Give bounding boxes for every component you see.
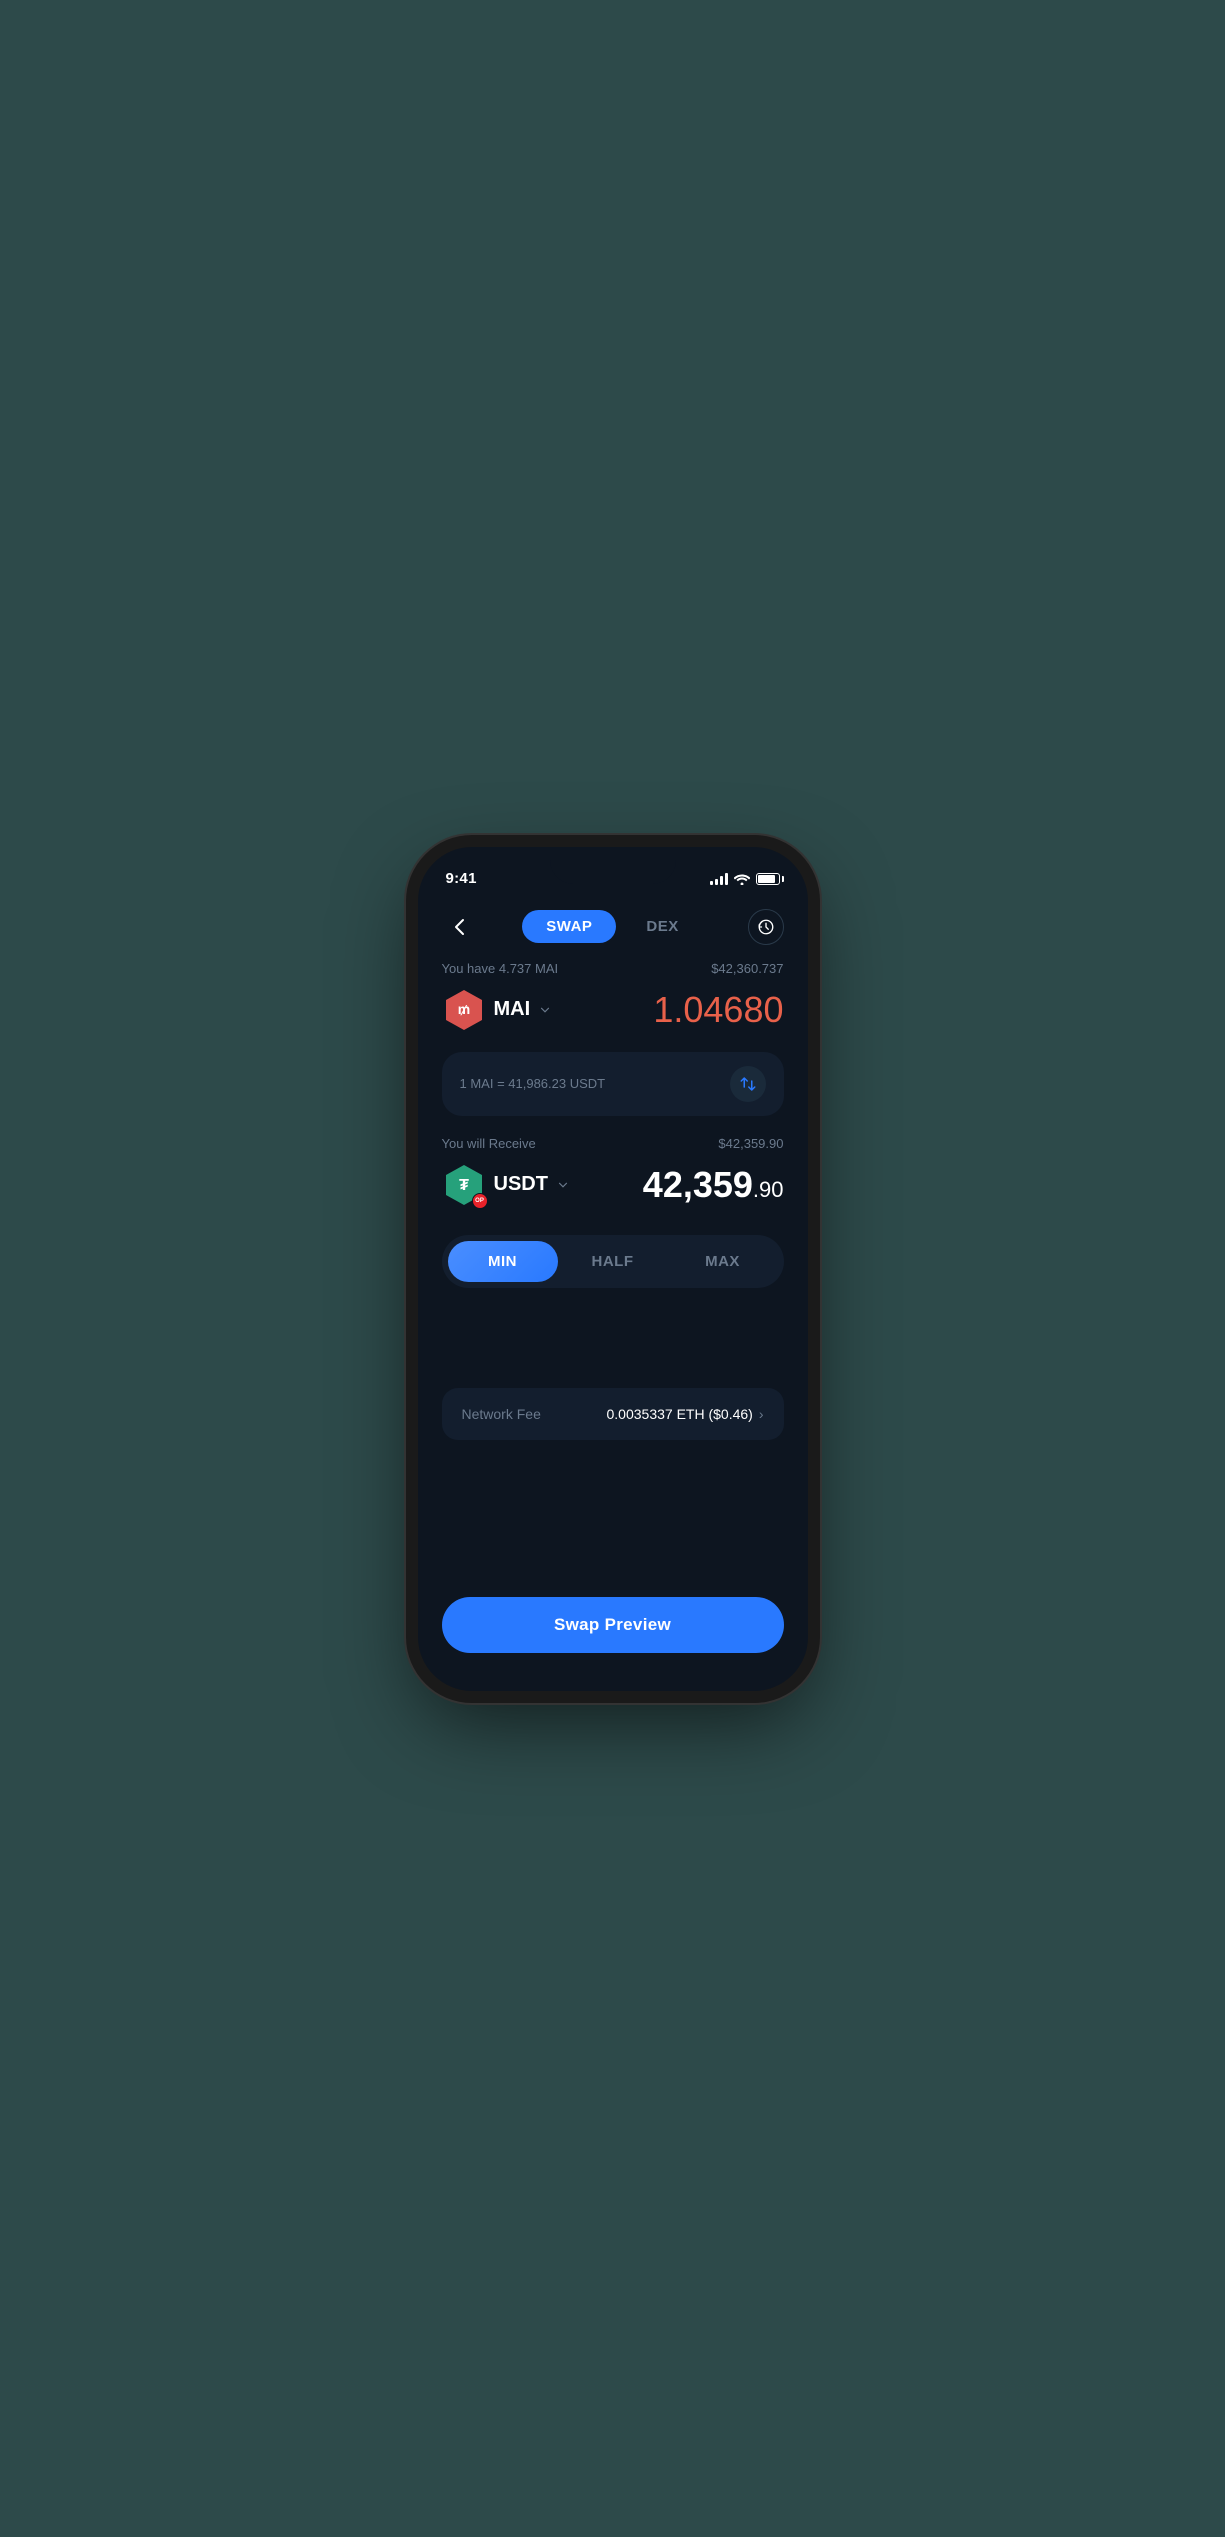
signal-icon [710, 873, 728, 885]
battery-icon [756, 873, 780, 885]
to-token-amount[interactable]: 42,359.90 [643, 1164, 784, 1206]
history-icon [757, 918, 775, 936]
swap-preview-button[interactable]: Swap Preview [442, 1597, 784, 1653]
svg-text:₥: ₥ [457, 1001, 469, 1017]
to-receive-row: You will Receive $42,359.90 [442, 1136, 784, 1151]
to-token-chevron [556, 1178, 570, 1192]
op-badge: OP [472, 1193, 488, 1209]
network-fee-label: Network Fee [462, 1406, 541, 1422]
usdt-icon: ₮ OP [442, 1163, 486, 1207]
from-token-amount[interactable]: 1.04680 [653, 989, 783, 1031]
half-button[interactable]: HALF [558, 1241, 668, 1282]
from-balance-label: You have 4.737 MAI [442, 961, 559, 976]
from-balance-row: You have 4.737 MAI $42,360.737 [442, 961, 784, 976]
history-button[interactable] [748, 909, 784, 945]
receive-usd: $42,359.90 [718, 1136, 783, 1151]
swap-arrows-button[interactable] [730, 1066, 766, 1102]
status-icons [710, 873, 780, 885]
network-fee-container[interactable]: Network Fee 0.0035337 ETH ($0.46) › [442, 1388, 784, 1440]
from-token-chevron [538, 1003, 552, 1017]
nav-tabs: SWAP DEX [522, 910, 703, 943]
max-button[interactable]: MAX [668, 1241, 778, 1282]
middle-spacer [442, 1288, 784, 1388]
from-token-selector[interactable]: ₥ MAI [442, 988, 553, 1032]
wifi-icon [734, 873, 750, 885]
to-token-row: ₮ OP USDT 42,359.90 [442, 1163, 784, 1207]
from-token-row: ₥ MAI 1.04680 [442, 988, 784, 1032]
exchange-rate-container: 1 MAI = 41,986.23 USDT [442, 1052, 784, 1116]
status-time: 9:41 [446, 870, 477, 887]
receive-label: You will Receive [442, 1136, 536, 1151]
back-button[interactable] [442, 909, 478, 945]
from-token-symbol: MAI [494, 998, 531, 1021]
header-nav: SWAP DEX [418, 897, 808, 961]
from-balance-usd: $42,360.737 [711, 961, 783, 976]
bottom-section: Swap Preview [418, 1581, 808, 1691]
network-fee-chevron: › [759, 1406, 764, 1422]
scroll-content: You have 4.737 MAI $42,360.737 ₥ MAI 1.0… [418, 961, 808, 1567]
notch [550, 847, 676, 884]
to-token-selector[interactable]: ₮ OP USDT [442, 1163, 570, 1207]
network-fee-value: 0.0035337 ETH ($0.46) [607, 1406, 753, 1422]
min-button[interactable]: MIN [448, 1241, 558, 1282]
network-fee-value-row: 0.0035337 ETH ($0.46) › [607, 1406, 764, 1422]
tab-swap[interactable]: SWAP [522, 910, 616, 943]
exchange-rate-text: 1 MAI = 41,986.23 USDT [460, 1076, 606, 1091]
amount-selector: MIN HALF MAX [442, 1235, 784, 1288]
phone-frame: 9:41 SWA [418, 847, 808, 1691]
to-token-symbol: USDT [494, 1173, 548, 1196]
svg-text:₮: ₮ [459, 1177, 469, 1194]
mai-icon: ₥ [442, 988, 486, 1032]
tab-dex[interactable]: DEX [622, 910, 702, 943]
